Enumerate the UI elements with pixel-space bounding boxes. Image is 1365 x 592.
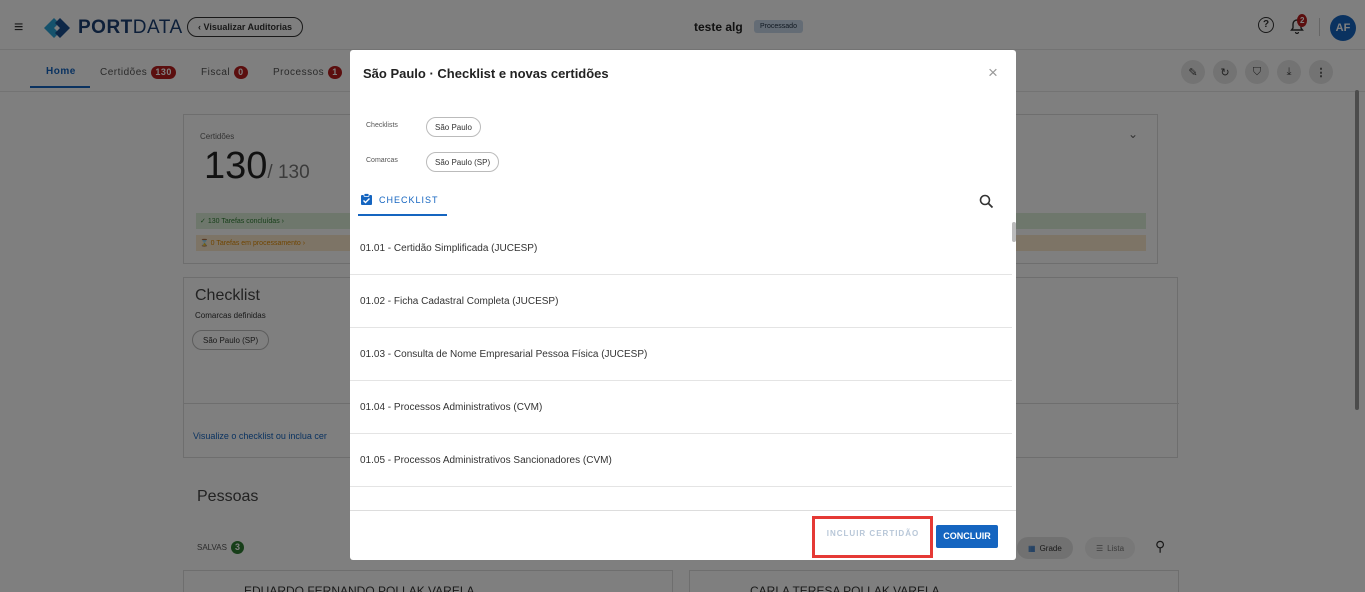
checklist-list: 01.01 - Certidão Simplificada (JUCESP) 0… [350,222,1012,509]
checklist-modal: São Paulo · Checklist e novas certidões … [350,50,1016,560]
checklist-chip[interactable]: São Paulo [426,117,481,137]
list-item[interactable]: 01.02 - Ficha Cadastral Completa (JUCESP… [350,275,1012,328]
app-root: ≡ PORTDATA ‹ Visualizar Auditorias teste… [0,0,1365,592]
include-certidao-button[interactable]: INCLUIR CERTIDÃO [820,529,926,538]
close-icon[interactable]: × [988,63,998,83]
footer-divider [350,510,1016,511]
list-item[interactable]: 01.05 - Processos Administrativos Sancio… [350,434,1012,487]
list-scrollbar[interactable] [1012,222,1016,242]
list-item[interactable]: 01.03 - Consulta de Nome Empresarial Pes… [350,328,1012,381]
checklists-label: Checklists [366,122,398,129]
list-item[interactable]: 01.01 - Certidão Simplificada (JUCESP) [350,222,1012,275]
search-icon[interactable] [979,194,994,209]
list-item[interactable]: 01.04 - Processos Administrativos (CVM) [350,381,1012,434]
comarcas-label: Comarcas [366,157,398,164]
tab-checklist[interactable]: CHECKLIST [360,193,439,206]
comarca-chip[interactable]: São Paulo (SP) [426,152,500,172]
tab-indicator [358,214,447,216]
modal-title: São Paulo · Checklist e novas certidões [363,66,609,81]
clipboard-icon [361,193,372,205]
finish-button[interactable]: CONCLUIR [936,525,998,548]
